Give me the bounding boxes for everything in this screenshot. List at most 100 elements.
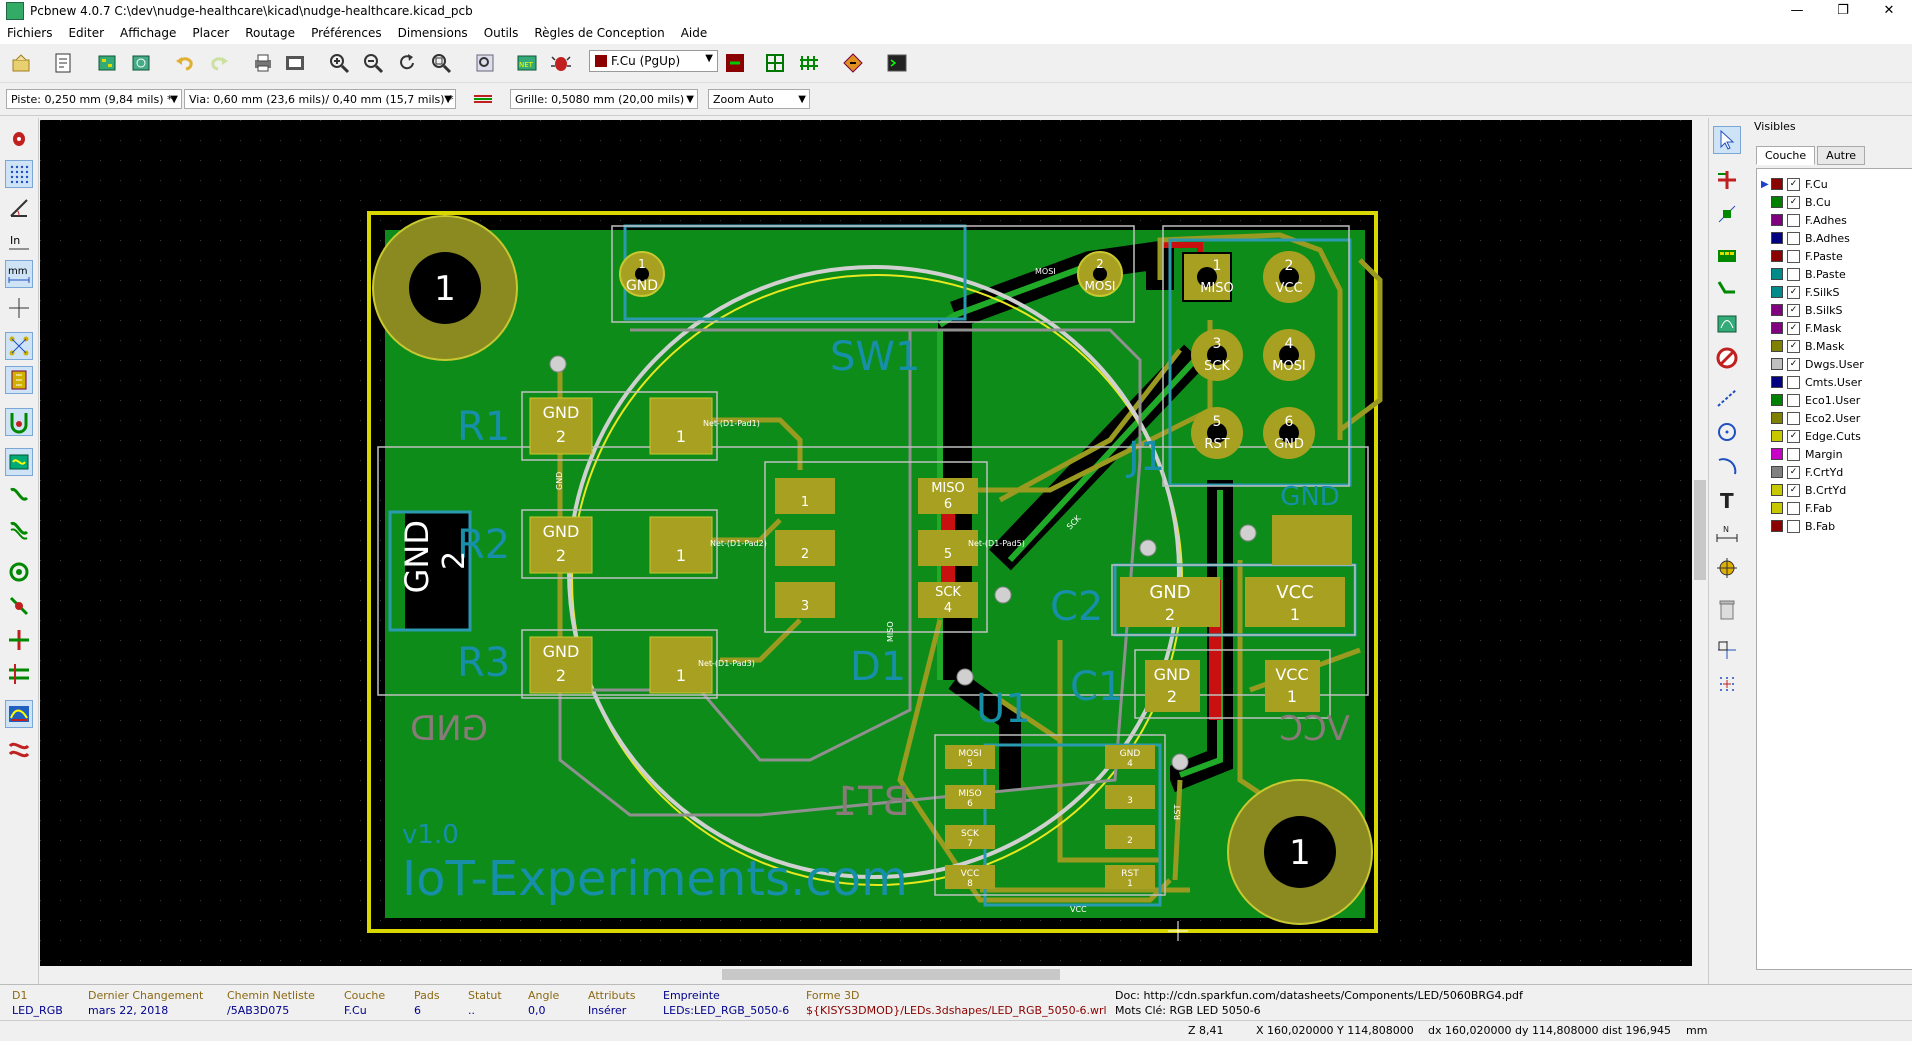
layer-row[interactable]: ✓ B.CrtYd <box>1761 481 1846 499</box>
layer-visibility-checkbox[interactable] <box>1787 249 1800 263</box>
zone-outline-icon[interactable] <box>5 482 33 510</box>
pcb-canvas[interactable]: 1 1 1 GND 2 MOSI 1 MISO 2 VCC 3 SCK 4 MO… <box>40 120 1692 966</box>
ratsnest-icon[interactable] <box>5 332 33 360</box>
zoom-out-icon[interactable] <box>360 50 386 76</box>
layer-color-swatch[interactable] <box>1771 502 1783 514</box>
layer-color-swatch[interactable] <box>1771 250 1783 262</box>
layer-row[interactable]: Eco1.User <box>1761 391 1860 409</box>
route-track-icon[interactable] <box>1713 276 1741 304</box>
menu-dimensions[interactable]: Dimensions <box>391 26 477 40</box>
layer-color-swatch[interactable] <box>1771 304 1783 316</box>
layer-row[interactable]: ▶ ✓ F.Cu <box>1761 175 1828 193</box>
layer-visibility-checkbox[interactable] <box>1787 231 1800 245</box>
layer-row[interactable]: Eco2.User <box>1761 409 1860 427</box>
layer-visibility-checkbox[interactable] <box>1787 213 1800 227</box>
select-arrow-icon[interactable] <box>1713 126 1741 154</box>
layer-visibility-checkbox[interactable] <box>1787 519 1800 533</box>
auto-delete-track-icon[interactable] <box>5 408 33 436</box>
layer-row[interactable]: ✓ F.CrtYd <box>1761 463 1843 481</box>
layer-row[interactable]: ✓ B.Mask <box>1761 337 1844 355</box>
cursor-shape-icon[interactable] <box>5 294 33 322</box>
add-arc-icon[interactable] <box>1713 452 1741 480</box>
layer-color-swatch[interactable] <box>1771 196 1783 208</box>
page-settings-icon[interactable] <box>50 50 76 76</box>
find-icon[interactable] <box>472 50 498 76</box>
layer-color-swatch[interactable] <box>1771 340 1783 352</box>
close-button[interactable]: ✕ <box>1866 0 1912 22</box>
layer-visibility-checkbox[interactable]: ✓ <box>1787 285 1800 299</box>
track-width-select[interactable]: Piste: 0,250 mm (9,84 mils) * ▼ <box>6 89 182 109</box>
layer-color-swatch[interactable] <box>1771 466 1783 478</box>
menu-aide[interactable]: Aide <box>674 26 717 40</box>
mm-units-icon[interactable]: mm <box>5 260 33 288</box>
layer-row[interactable]: Cmts.User <box>1761 373 1862 391</box>
layer-color-swatch[interactable] <box>1771 520 1783 532</box>
horizontal-scrollbar[interactable] <box>40 966 1692 982</box>
layer-color-swatch[interactable] <box>1771 376 1783 388</box>
layer-visibility-checkbox[interactable]: ✓ <box>1787 483 1800 497</box>
add-circle-icon[interactable] <box>1713 418 1741 446</box>
add-zone-icon[interactable] <box>1713 310 1741 338</box>
layer-visibility-checkbox[interactable]: ✓ <box>1787 195 1800 209</box>
netlist-icon[interactable]: NET <box>514 50 540 76</box>
layer-visibility-checkbox[interactable]: ✓ <box>1787 357 1800 371</box>
zone-fill-icon[interactable] <box>5 448 33 476</box>
polar-coords-icon[interactable] <box>5 194 33 222</box>
menu-affichage[interactable]: Affichage <box>113 26 185 40</box>
layer-visibility-checkbox[interactable]: ✓ <box>1787 303 1800 317</box>
zoom-select[interactable]: Zoom Auto ▼ <box>708 89 810 109</box>
via-sketch-icon[interactable] <box>5 592 33 620</box>
layer-visibility-checkbox[interactable] <box>1787 447 1800 461</box>
microwave-icon[interactable] <box>5 700 33 728</box>
add-dimension-icon[interactable]: N <box>1713 520 1741 548</box>
layer-color-swatch[interactable] <box>1771 322 1783 334</box>
layer-row[interactable]: F.Paste <box>1761 247 1843 265</box>
grid-toggle-icon[interactable] <box>5 160 33 188</box>
zone-nofill-icon[interactable] <box>5 516 33 544</box>
layer-visibility-checkbox[interactable] <box>1787 501 1800 515</box>
layer-color-swatch[interactable] <box>1771 358 1783 370</box>
drc-icon[interactable] <box>5 124 33 152</box>
layer-row[interactable]: F.Adhes <box>1761 211 1847 229</box>
layer-visibility-checkbox[interactable] <box>1787 267 1800 281</box>
menu-routage[interactable]: Routage <box>238 26 304 40</box>
layer-visibility-checkbox[interactable]: ✓ <box>1787 429 1800 443</box>
local-ratsnest-icon[interactable] <box>1713 200 1741 228</box>
vertical-scroll-thumb[interactable] <box>1694 480 1706 580</box>
layer-color-swatch[interactable] <box>1771 484 1783 496</box>
tab-autre[interactable]: Autre <box>1817 146 1866 165</box>
menu-outils[interactable]: Outils <box>477 26 528 40</box>
restore-button[interactable]: ❐ <box>1820 0 1866 22</box>
layer-visibility-checkbox[interactable]: ✓ <box>1787 465 1800 479</box>
menu-regles[interactable]: Règles de Conception <box>527 26 673 40</box>
menu-editer[interactable]: Editer <box>61 26 113 40</box>
layer-visibility-checkbox[interactable] <box>1787 393 1800 407</box>
pad-sketch-icon[interactable] <box>5 558 33 586</box>
layer-visibility-checkbox[interactable] <box>1787 411 1800 425</box>
layer-color-swatch[interactable] <box>1771 448 1783 460</box>
horizontal-scroll-thumb[interactable] <box>722 969 1060 980</box>
layer-row[interactable]: ✓ F.Mask <box>1761 319 1841 337</box>
highlight-net-icon[interactable] <box>1713 166 1741 194</box>
layer-color-swatch[interactable] <box>1771 286 1783 298</box>
add-line-icon[interactable] <box>1713 384 1741 412</box>
layer-color-swatch[interactable] <box>1771 430 1783 442</box>
layer-row[interactable]: B.Paste <box>1761 265 1846 283</box>
print-icon[interactable] <box>250 50 276 76</box>
module-viewer-icon[interactable] <box>128 50 154 76</box>
redo-icon[interactable] <box>206 50 232 76</box>
contrast-icon[interactable] <box>5 660 33 688</box>
layer-row[interactable]: B.Fab <box>1761 517 1835 535</box>
layer-color-swatch[interactable] <box>1771 394 1783 406</box>
active-layer-select[interactable]: F.Cu (PgUp) ▼ <box>589 50 718 72</box>
add-target-icon[interactable] <box>1713 554 1741 582</box>
layer-row[interactable]: Margin <box>1761 445 1843 463</box>
layer-row[interactable]: B.Adhes <box>1761 229 1850 247</box>
layer-row[interactable]: F.Fab <box>1761 499 1832 517</box>
scripting-console-icon[interactable] <box>884 50 910 76</box>
layer-row[interactable]: ✓ B.SilkS <box>1761 301 1843 319</box>
zoom-redraw-icon[interactable] <box>394 50 420 76</box>
layer-color-swatch[interactable] <box>1771 214 1783 226</box>
route-diamond-icon[interactable] <box>840 50 866 76</box>
add-text-icon[interactable]: T <box>1713 486 1741 514</box>
